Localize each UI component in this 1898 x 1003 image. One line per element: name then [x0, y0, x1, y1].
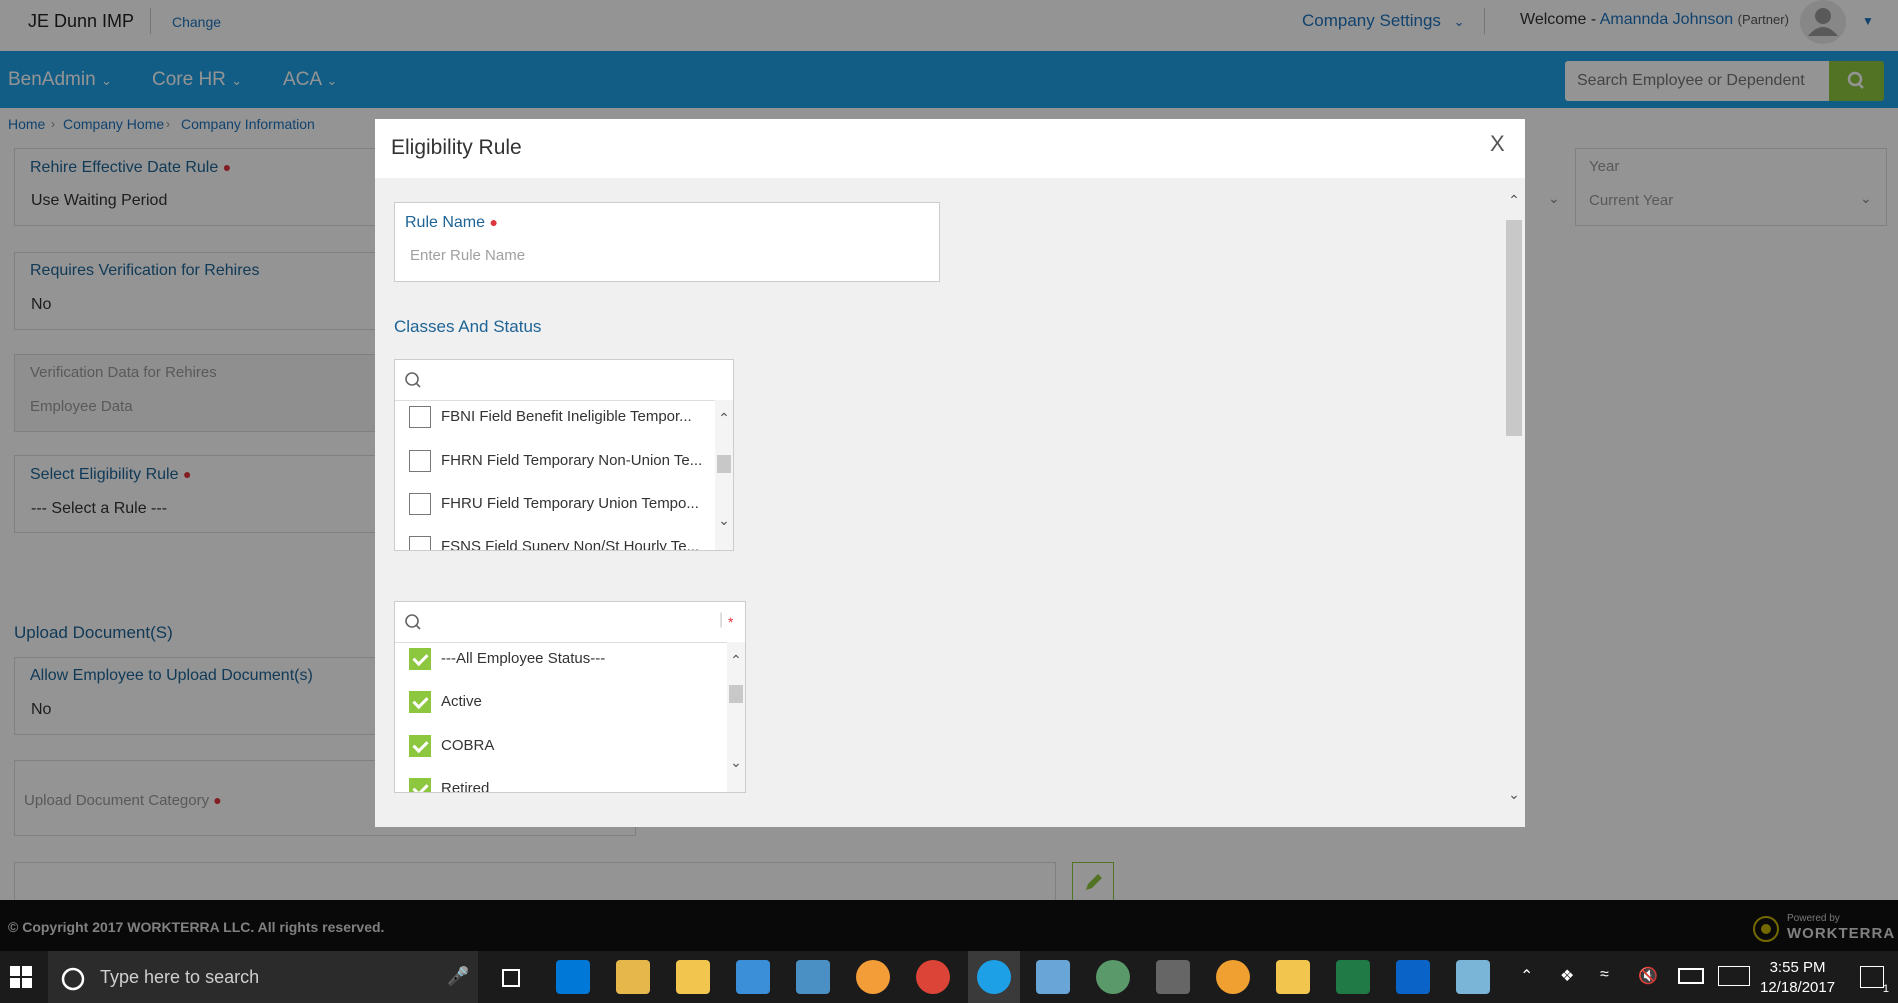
status-listbox: | * ---All Employee Status--- Active COB… [394, 601, 746, 793]
divider: | [719, 611, 724, 628]
classes-listbox: FBNI Field Benefit Ineligible Tempor... … [394, 359, 734, 551]
taskbar-clock[interactable]: 3:55 PM 12/18/2017 [1760, 958, 1835, 998]
scroll-thumb[interactable] [717, 455, 731, 473]
checkbox[interactable] [409, 735, 431, 757]
microphone-icon[interactable]: 🎤 [447, 966, 469, 987]
list-item-label: FHRN Field Temporary Non-Union Te... [441, 451, 703, 469]
list-item[interactable]: FHRN Field Temporary Non-Union Te... [409, 450, 702, 472]
cortana-icon [60, 966, 86, 997]
modal-scrollbar[interactable]: ⌃ ⌄ [1505, 188, 1523, 818]
checkbox[interactable] [409, 450, 431, 472]
chevron-up-icon[interactable]: ⌃ [1520, 966, 1533, 986]
chevron-down-icon[interactable]: ⌄ [715, 512, 733, 529]
list-item-label: COBRA [441, 736, 495, 754]
volume-muted-icon[interactable]: 🔇 [1638, 966, 1658, 986]
required-marker: * [728, 614, 734, 630]
classes-search[interactable] [395, 360, 733, 401]
windows-start-icon[interactable] [10, 966, 32, 993]
search-icon [405, 372, 421, 388]
globe-icon[interactable] [1096, 960, 1130, 994]
contacts-icon[interactable] [736, 960, 770, 994]
checkbox[interactable] [409, 493, 431, 515]
list-item[interactable]: Retired [409, 778, 490, 793]
wifi-icon[interactable]: ≈ [1600, 966, 1609, 984]
list-item[interactable]: COBRA [409, 735, 494, 757]
list-item-label: FBNI Field Benefit Ineligible Tempor... [441, 407, 692, 425]
list-item-label: FSNS Field Superv Non/St Hourly Te... [441, 537, 700, 551]
outlook-icon[interactable] [1396, 960, 1430, 994]
rule-name-input[interactable] [408, 242, 912, 268]
scroll-thumb[interactable] [1506, 220, 1522, 436]
notepad-icon[interactable] [1456, 960, 1490, 994]
checkbox[interactable] [409, 648, 431, 670]
list-item[interactable]: FSNS Field Superv Non/St Hourly Te... [409, 536, 700, 551]
search-icon [405, 614, 421, 630]
checkbox[interactable] [409, 406, 431, 428]
classes-scrollbar[interactable]: ⌃ ⌄ [715, 400, 733, 550]
chevron-up-icon[interactable]: ⌃ [727, 652, 745, 669]
folder-icon[interactable] [676, 960, 710, 994]
modal-header [375, 119, 1525, 178]
list-item-label: Retired [441, 779, 490, 793]
folder-icon[interactable] [1276, 960, 1310, 994]
taskbar-search-placeholder: Type here to search [100, 967, 260, 987]
media-app-icon[interactable] [1216, 960, 1250, 994]
snipping-tool-icon[interactable] [1036, 960, 1070, 994]
internet-explorer-icon[interactable] [968, 951, 1020, 1003]
chevron-up-icon[interactable]: ⌃ [715, 410, 733, 427]
chevron-down-icon[interactable]: ⌄ [727, 754, 745, 771]
clock-date: 12/18/2017 [1760, 979, 1836, 996]
chevron-up-icon[interactable]: ⌃ [1505, 192, 1523, 209]
desktop-app-icon[interactable] [796, 960, 830, 994]
clock-time: 3:55 PM [1769, 959, 1826, 976]
list-item[interactable]: FHRU Field Temporary Union Tempo... [409, 493, 699, 515]
close-button[interactable]: X [1490, 131, 1505, 157]
scroll-thumb[interactable] [729, 685, 743, 703]
keyboard-icon[interactable] [1718, 966, 1750, 986]
notification-count: 1 [1882, 983, 1889, 995]
notification-icon[interactable]: 1 [1860, 966, 1889, 995]
list-item[interactable]: FBNI Field Benefit Ineligible Tempor... [409, 406, 692, 428]
chevron-down-icon[interactable]: ⌄ [1505, 786, 1523, 803]
battery-icon[interactable] [1678, 968, 1704, 984]
status-search[interactable]: | * [395, 602, 745, 643]
checkbox[interactable] [409, 691, 431, 713]
list-item-label: ---All Employee Status--- [441, 649, 606, 667]
classes-status-title: Classes And Status [394, 317, 542, 336]
task-view-icon[interactable] [498, 968, 524, 993]
list-item[interactable]: Active [409, 691, 482, 713]
dropbox-icon[interactable]: ❖ [1560, 966, 1574, 986]
chrome-icon[interactable] [916, 960, 950, 994]
file-explorer-icon[interactable] [616, 960, 650, 994]
rule-name-label: Rule Name ● [405, 214, 498, 231]
status-scrollbar[interactable]: ⌃ ⌄ [727, 642, 745, 792]
edge-icon[interactable] [556, 960, 590, 994]
list-item-label: Active [441, 692, 482, 710]
list-item[interactable]: ---All Employee Status--- [409, 648, 605, 670]
excel-icon[interactable] [1336, 960, 1370, 994]
paint-icon[interactable] [856, 960, 890, 994]
list-item-label: FHRU Field Temporary Union Tempo... [441, 494, 699, 512]
checkbox[interactable] [409, 536, 431, 550]
calculator-icon[interactable] [1156, 960, 1190, 994]
modal-title: Eligibility Rule [391, 136, 522, 159]
checkbox[interactable] [409, 778, 431, 792]
